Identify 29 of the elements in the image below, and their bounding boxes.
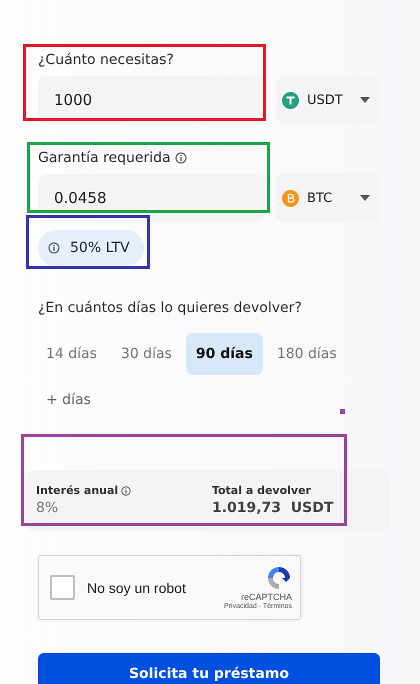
caret-icon <box>360 97 370 103</box>
currency-select[interactable]: USDT <box>276 76 380 124</box>
total-value: 1.019,73 USDT <box>212 500 334 516</box>
bitcoin-coin-icon <box>282 190 299 206</box>
captcha-checkbox[interactable] <box>50 575 75 600</box>
info-icon <box>174 152 187 164</box>
caret-icon <box>360 195 370 201</box>
field-label: Garantía requerida <box>38 150 171 166</box>
tether-coin-icon <box>282 92 299 108</box>
submit-button[interactable]: Solicita tu préstamo <box>38 653 380 684</box>
term-option[interactable]: 180 días <box>266 333 347 375</box>
info-icon <box>121 486 132 496</box>
info-icon <box>48 242 60 254</box>
recaptcha-logo-icon <box>266 565 292 591</box>
interest-label: Interés anual <box>36 484 118 497</box>
total-label: Total a devolver <box>212 484 311 497</box>
recaptcha-brand: reCAPTCHA <box>240 592 292 602</box>
interest-value: 8% <box>36 500 60 516</box>
question-text: ¿En cuántos días lo quieres devolver? <box>38 300 303 316</box>
field-label: ¿Cuánto necesitas? <box>38 51 175 70</box>
more-days-link[interactable]: + días <box>36 385 101 415</box>
currency-select[interactable]: BTC <box>276 174 380 222</box>
amount-input[interactable]: 1000 <box>38 76 265 124</box>
term-option[interactable]: 90 días <box>186 333 263 375</box>
term-option[interactable]: 30 días <box>110 333 182 375</box>
term-option[interactable]: 14 días <box>36 333 107 375</box>
collateral-input[interactable]: 0.0458 <box>38 174 265 222</box>
ltv-text: 50% LTV <box>70 240 130 256</box>
captcha-label: No soy un robot <box>87 580 186 596</box>
